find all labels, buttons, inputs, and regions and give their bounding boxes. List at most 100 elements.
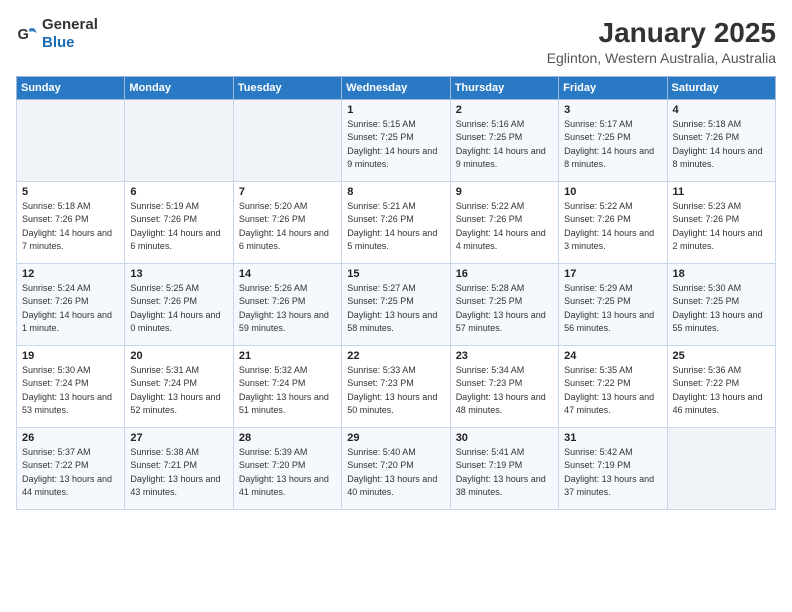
calendar-cell: 21 Sunrise: 5:32 AMSunset: 7:24 PMDayligh… xyxy=(233,345,341,427)
calendar-cell: 11 Sunrise: 5:23 AMSunset: 7:26 PMDayligh… xyxy=(667,181,775,263)
calendar-week-row: 1 Sunrise: 5:15 AMSunset: 7:25 PMDaylight… xyxy=(17,99,776,181)
calendar-week-row: 26 Sunrise: 5:37 AMSunset: 7:22 PMDayligh… xyxy=(17,427,776,509)
day-number: 21 xyxy=(239,350,336,362)
day-number: 31 xyxy=(564,432,661,444)
day-number: 24 xyxy=(564,350,661,362)
calendar-table: SundayMondayTuesdayWednesdayThursdayFrid… xyxy=(16,76,776,510)
day-info: Sunrise: 5:30 AMSunset: 7:25 PMDaylight:… xyxy=(673,282,770,336)
calendar-cell: 28 Sunrise: 5:39 AMSunset: 7:20 PMDayligh… xyxy=(233,427,341,509)
calendar-cell: 7 Sunrise: 5:20 AMSunset: 7:26 PMDaylight… xyxy=(233,181,341,263)
day-info: Sunrise: 5:41 AMSunset: 7:19 PMDaylight:… xyxy=(456,446,553,500)
calendar-cell xyxy=(17,99,125,181)
day-info: Sunrise: 5:23 AMSunset: 7:26 PMDaylight:… xyxy=(673,200,770,254)
calendar-cell: 12 Sunrise: 5:24 AMSunset: 7:26 PMDayligh… xyxy=(17,263,125,345)
day-number: 6 xyxy=(130,186,227,198)
calendar-container: G General Blue January 2025 Eglinton, We… xyxy=(0,0,792,612)
day-number: 14 xyxy=(239,268,336,280)
column-header-thursday: Thursday xyxy=(450,76,558,99)
calendar-cell: 30 Sunrise: 5:41 AMSunset: 7:19 PMDayligh… xyxy=(450,427,558,509)
day-number: 13 xyxy=(130,268,227,280)
column-header-monday: Monday xyxy=(125,76,233,99)
day-info: Sunrise: 5:30 AMSunset: 7:24 PMDaylight:… xyxy=(22,364,119,418)
day-info: Sunrise: 5:36 AMSunset: 7:22 PMDaylight:… xyxy=(673,364,770,418)
calendar-cell: 25 Sunrise: 5:36 AMSunset: 7:22 PMDayligh… xyxy=(667,345,775,427)
calendar-week-row: 5 Sunrise: 5:18 AMSunset: 7:26 PMDaylight… xyxy=(17,181,776,263)
logo-general: General xyxy=(42,16,98,33)
day-info: Sunrise: 5:32 AMSunset: 7:24 PMDaylight:… xyxy=(239,364,336,418)
calendar-cell: 14 Sunrise: 5:26 AMSunset: 7:26 PMDayligh… xyxy=(233,263,341,345)
calendar-cell: 31 Sunrise: 5:42 AMSunset: 7:19 PMDayligh… xyxy=(559,427,667,509)
column-header-friday: Friday xyxy=(559,76,667,99)
day-number: 12 xyxy=(22,268,119,280)
day-number: 10 xyxy=(564,186,661,198)
calendar-cell: 8Sunrise: 5:21 AMSunset: 7:26 PMDaylight… xyxy=(342,181,450,263)
day-number: 4 xyxy=(673,104,770,116)
day-number: 26 xyxy=(22,432,119,444)
calendar-cell: 20Sunrise: 5:31 AMSunset: 7:24 PMDayligh… xyxy=(125,345,233,427)
day-number: 3 xyxy=(564,104,661,116)
day-number: 23 xyxy=(456,350,553,362)
title-block: January 2025 Eglinton, Western Australia… xyxy=(547,16,776,66)
day-info: Sunrise: 5:22 AMSunset: 7:26 PMDaylight:… xyxy=(456,200,553,254)
day-info: Sunrise: 5:19 AMSunset: 7:26 PMDaylight:… xyxy=(130,200,227,254)
column-header-saturday: Saturday xyxy=(667,76,775,99)
calendar-cell: 22 Sunrise: 5:33 AMSunset: 7:23 PMDayligh… xyxy=(342,345,450,427)
day-info: Sunrise: 5:31 AMSunset: 7:24 PMDaylight:… xyxy=(130,364,227,418)
day-info: Sunrise: 5:34 AMSunset: 7:23 PMDaylight:… xyxy=(456,364,553,418)
day-info: Sunrise: 5:28 AMSunset: 7:25 PMDaylight:… xyxy=(456,282,553,336)
day-number: 9 xyxy=(456,186,553,198)
calendar-cell: 2 Sunrise: 5:16 AMSunset: 7:25 PMDaylight… xyxy=(450,99,558,181)
day-number: 19 xyxy=(22,350,119,362)
calendar-cell: 1 Sunrise: 5:15 AMSunset: 7:25 PMDaylight… xyxy=(342,99,450,181)
calendar-cell: 18Sunrise: 5:30 AMSunset: 7:25 PMDayligh… xyxy=(667,263,775,345)
day-info: Sunrise: 5:20 AMSunset: 7:26 PMDaylight:… xyxy=(239,200,336,254)
calendar-cell: 5 Sunrise: 5:18 AMSunset: 7:26 PMDaylight… xyxy=(17,181,125,263)
calendar-cell: 10Sunrise: 5:22 AMSunset: 7:26 PMDayligh… xyxy=(559,181,667,263)
day-number: 29 xyxy=(347,432,444,444)
day-number: 5 xyxy=(22,186,119,198)
calendar-cell xyxy=(125,99,233,181)
day-number: 11 xyxy=(673,186,770,198)
day-number: 28 xyxy=(239,432,336,444)
calendar-cell: 13Sunrise: 5:25 AMSunset: 7:26 PMDayligh… xyxy=(125,263,233,345)
day-info: Sunrise: 5:26 AMSunset: 7:26 PMDaylight:… xyxy=(239,282,336,336)
day-number: 2 xyxy=(456,104,553,116)
day-number: 7 xyxy=(239,186,336,198)
day-number: 1 xyxy=(347,104,444,116)
day-info: Sunrise: 5:21 AMSunset: 7:26 PMDaylight:… xyxy=(347,200,444,254)
logo-blue: Blue xyxy=(42,34,75,51)
day-number: 30 xyxy=(456,432,553,444)
day-number: 22 xyxy=(347,350,444,362)
day-info: Sunrise: 5:24 AMSunset: 7:26 PMDaylight:… xyxy=(22,282,119,336)
day-info: Sunrise: 5:18 AMSunset: 7:26 PMDaylight:… xyxy=(22,200,119,254)
calendar-cell xyxy=(233,99,341,181)
day-info: Sunrise: 5:18 AMSunset: 7:26 PMDaylight:… xyxy=(673,118,770,172)
day-info: Sunrise: 5:38 AMSunset: 7:21 PMDaylight:… xyxy=(130,446,227,500)
calendar-cell: 6 Sunrise: 5:19 AMSunset: 7:26 PMDaylight… xyxy=(125,181,233,263)
day-info: Sunrise: 5:33 AMSunset: 7:23 PMDaylight:… xyxy=(347,364,444,418)
calendar-cell: 4 Sunrise: 5:18 AMSunset: 7:26 PMDaylight… xyxy=(667,99,775,181)
calendar-subtitle: Eglinton, Western Australia, Australia xyxy=(547,50,776,66)
day-number: 25 xyxy=(673,350,770,362)
day-info: Sunrise: 5:29 AMSunset: 7:25 PMDaylight:… xyxy=(564,282,661,336)
calendar-header-row: SundayMondayTuesdayWednesdayThursdayFrid… xyxy=(17,76,776,99)
day-info: Sunrise: 5:39 AMSunset: 7:20 PMDaylight:… xyxy=(239,446,336,500)
day-info: Sunrise: 5:16 AMSunset: 7:25 PMDaylight:… xyxy=(456,118,553,172)
header: G General Blue January 2025 Eglinton, We… xyxy=(16,16,776,66)
day-info: Sunrise: 5:42 AMSunset: 7:19 PMDaylight:… xyxy=(564,446,661,500)
day-info: Sunrise: 5:37 AMSunset: 7:22 PMDaylight:… xyxy=(22,446,119,500)
svg-text:G: G xyxy=(17,27,28,43)
day-info: Sunrise: 5:40 AMSunset: 7:20 PMDaylight:… xyxy=(347,446,444,500)
column-header-sunday: Sunday xyxy=(17,76,125,99)
calendar-cell: 16 Sunrise: 5:28 AMSunset: 7:25 PMDayligh… xyxy=(450,263,558,345)
day-info: Sunrise: 5:15 AMSunset: 7:25 PMDaylight:… xyxy=(347,118,444,172)
calendar-cell: 9 Sunrise: 5:22 AMSunset: 7:26 PMDaylight… xyxy=(450,181,558,263)
column-header-tuesday: Tuesday xyxy=(233,76,341,99)
column-header-wednesday: Wednesday xyxy=(342,76,450,99)
day-info: Sunrise: 5:27 AMSunset: 7:25 PMDaylight:… xyxy=(347,282,444,336)
logo: G General Blue xyxy=(16,16,98,52)
day-number: 16 xyxy=(456,268,553,280)
calendar-week-row: 19 Sunrise: 5:30 AMSunset: 7:24 PMDayligh… xyxy=(17,345,776,427)
day-info: Sunrise: 5:35 AMSunset: 7:22 PMDaylight:… xyxy=(564,364,661,418)
day-info: Sunrise: 5:17 AMSunset: 7:25 PMDaylight:… xyxy=(564,118,661,172)
